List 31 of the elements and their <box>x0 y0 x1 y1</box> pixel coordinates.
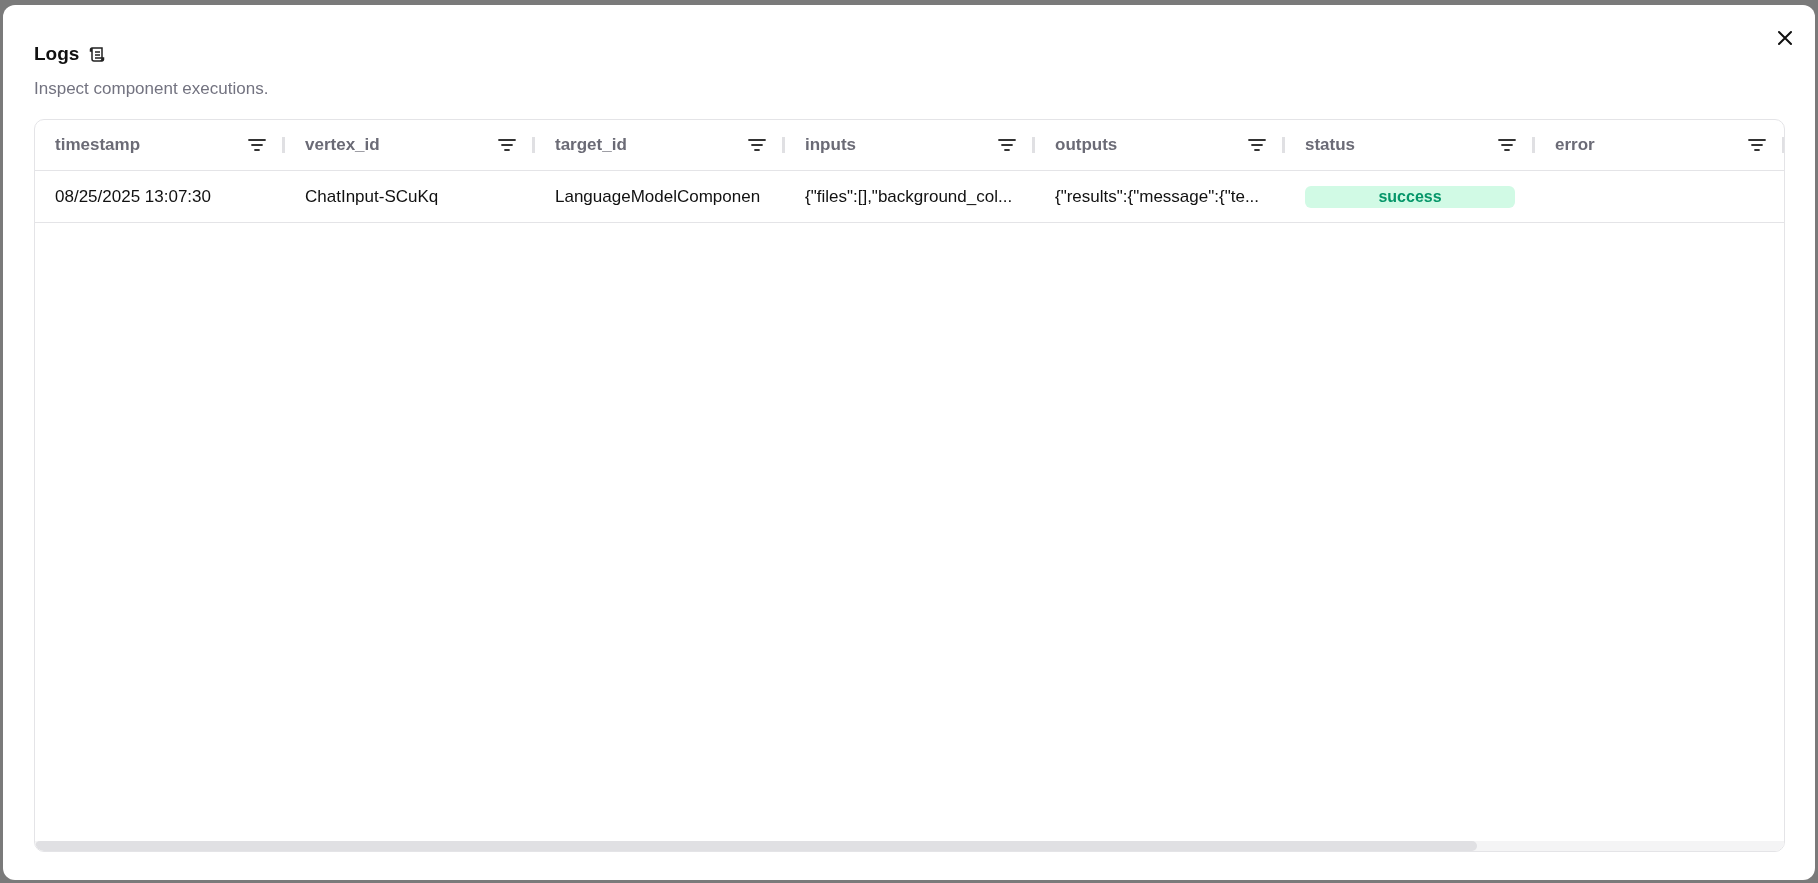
dialog-description: Inspect component executions. <box>34 79 270 99</box>
scroll-icon <box>88 45 107 63</box>
dialog-title: Logs <box>34 43 80 65</box>
column-header-label: inputs <box>805 135 857 155</box>
column-header-label: target_id <box>555 135 628 155</box>
column-header[interactable]: status <box>1285 135 1535 155</box>
filter-icon[interactable] <box>1248 138 1266 152</box>
table-cell: LanguageModelComponen <box>555 186 761 206</box>
column-header[interactable]: vertex_id <box>285 135 535 155</box>
column-header[interactable]: error <box>1535 135 1784 155</box>
column-header-label: status <box>1305 135 1357 155</box>
filter-icon[interactable] <box>748 138 766 152</box>
status-badge: success <box>1305 185 1515 208</box>
filter-icon[interactable] <box>1498 138 1516 152</box>
filter-icon[interactable] <box>1748 138 1766 152</box>
column-header-label: error <box>1555 135 1596 155</box>
filter-icon[interactable] <box>998 138 1016 152</box>
table-cell: {"results":{"message":{"te... <box>1055 186 1260 206</box>
table-cell: ChatInput-SCuKq <box>305 186 439 206</box>
horizontal-scrollbar[interactable] <box>35 841 1784 851</box>
table-cell: 08/25/2025 13:07:30 <box>55 186 211 206</box>
filter-icon[interactable] <box>498 138 516 152</box>
column-header[interactable]: inputs <box>785 135 1035 155</box>
column-header[interactable]: outputs <box>1035 135 1285 155</box>
filter-icon[interactable] <box>248 138 266 152</box>
column-header-label: timestamp <box>55 135 142 155</box>
table-cell: {"files":[],"background_col... <box>805 186 1013 206</box>
column-header[interactable]: timestamp <box>35 135 285 155</box>
column-header-label: outputs <box>1055 135 1119 155</box>
column-header[interactable]: target_id <box>535 135 785 155</box>
column-header-label: vertex_id <box>305 135 381 155</box>
